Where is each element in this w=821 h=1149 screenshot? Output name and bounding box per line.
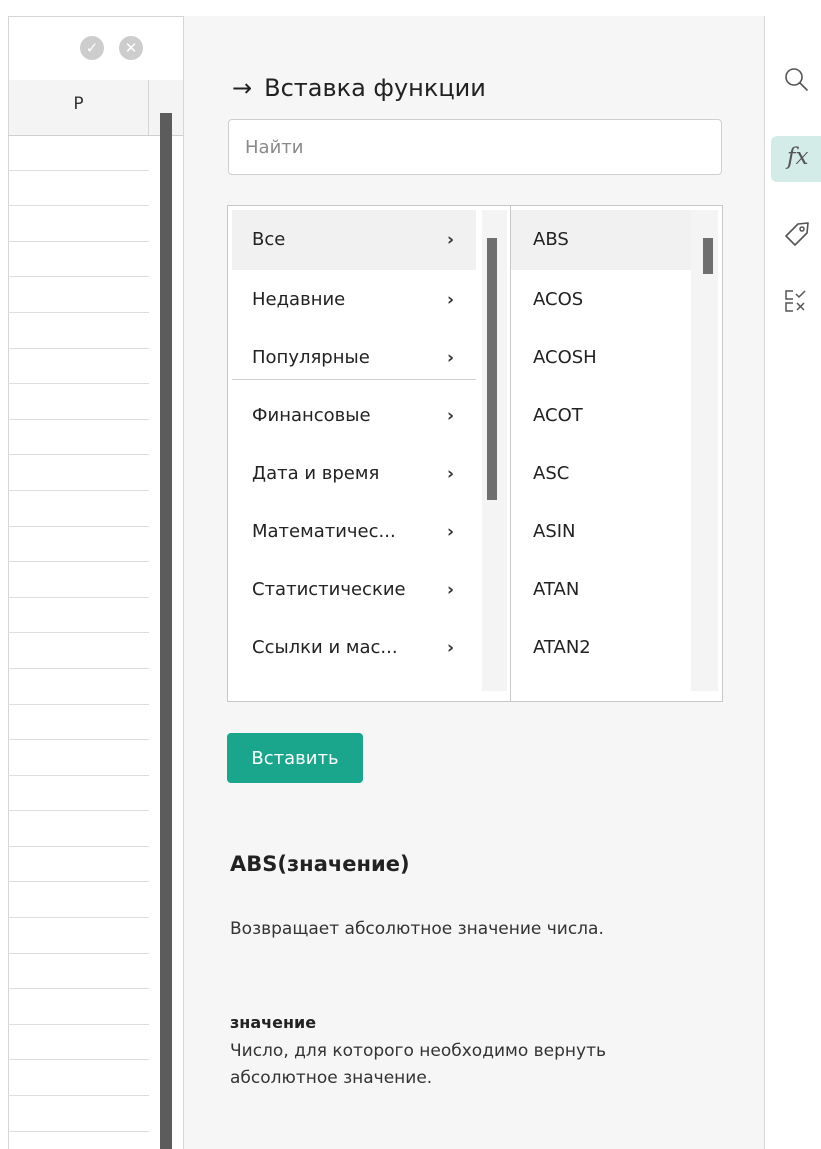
category-label: Недавние (252, 289, 346, 310)
category-label: Все (252, 229, 286, 250)
grid-row[interactable] (8, 705, 149, 741)
function-scrollbar-track[interactable] (691, 210, 718, 691)
category-item-statistical[interactable]: Статистические › (232, 560, 476, 620)
function-item[interactable]: ASC (511, 444, 691, 504)
divider (232, 379, 476, 380)
function-item[interactable]: ASIN (511, 502, 691, 562)
search-icon (785, 68, 808, 91)
grid-row[interactable] (8, 954, 149, 990)
function-list: ABS ACOS ACOSH ACOT ASC ASIN ATAN ATAN2 (511, 206, 722, 701)
argument-description: Число, для которого необходимо вернуть а… (230, 1041, 606, 1088)
grid-row[interactable] (8, 1060, 149, 1097)
panel-title: → Вставка функции (232, 74, 486, 102)
grid-row[interactable] (8, 847, 149, 883)
checklist-button[interactable] (771, 278, 821, 324)
divider (8, 16, 183, 17)
category-label: Математичес... (252, 521, 396, 542)
grid-row[interactable] (8, 242, 149, 278)
close-circle-icon[interactable]: ✕ (119, 36, 143, 60)
sheet-scrollbar[interactable] (160, 113, 172, 1149)
arrow-right-icon[interactable]: → (232, 74, 252, 102)
grid-row[interactable] (8, 811, 149, 847)
function-button[interactable]: fx (771, 136, 821, 182)
category-list: Все › Недавние › Популярные › Финансовые › Д… (228, 206, 511, 701)
grid-row[interactable] (8, 206, 149, 242)
category-label: Популярные (252, 347, 370, 368)
function-scrollbar-thumb[interactable] (703, 238, 713, 274)
category-item-financial[interactable]: Финансовые › (232, 386, 476, 446)
grid-row[interactable] (8, 527, 149, 563)
grid-row[interactable] (8, 1096, 149, 1132)
column-header-label: P (73, 94, 84, 114)
grid-row[interactable] (8, 1025, 149, 1061)
function-icon: fx (787, 144, 809, 170)
grid-row[interactable] (8, 598, 149, 634)
grid-row[interactable] (8, 633, 149, 669)
category-item-recent[interactable]: Недавние › (232, 270, 476, 330)
category-label: Ссылки и мас... (252, 637, 398, 658)
spreadsheet-area: ✓ ✕ P (0, 0, 184, 1149)
grid-row[interactable] (8, 740, 149, 776)
category-label: Статистические (252, 579, 406, 600)
grid-row[interactable] (8, 918, 149, 954)
divider (148, 80, 149, 135)
grid-row[interactable] (8, 420, 149, 456)
check-cross-list-icon (785, 290, 806, 312)
category-scrollbar-thumb[interactable] (487, 238, 497, 500)
grid-rows (8, 135, 149, 1132)
panel-title-text: Вставка функции (264, 74, 486, 102)
chevron-right-icon: › (446, 464, 454, 484)
category-item-math[interactable]: Математичес... › (232, 502, 476, 562)
chevron-right-icon: › (446, 522, 454, 542)
chevron-right-icon: › (446, 638, 454, 658)
grid-row[interactable] (8, 669, 149, 705)
grid-row[interactable] (8, 776, 149, 812)
function-signature: ABS(значение) (230, 852, 410, 876)
chevron-right-icon: › (446, 290, 454, 310)
category-item-date-time[interactable]: Дата и время › (232, 444, 476, 504)
search-button[interactable] (771, 56, 821, 102)
grid-row[interactable] (8, 313, 149, 349)
function-item[interactable]: ABS (511, 210, 691, 270)
grid-row[interactable] (8, 384, 149, 420)
chevron-right-icon: › (446, 580, 454, 600)
function-item[interactable]: ACOSH (511, 328, 691, 388)
function-item[interactable]: ATAN (511, 560, 691, 620)
tag-button[interactable] (771, 210, 821, 256)
category-label: Финансовые (252, 405, 371, 426)
grid-row[interactable] (8, 491, 149, 527)
grid-row[interactable] (8, 349, 149, 385)
insert-button[interactable]: Вставить (227, 733, 363, 783)
search-input[interactable] (228, 119, 722, 175)
tag-icon (785, 222, 809, 246)
function-item[interactable]: ACOT (511, 386, 691, 446)
grid-row[interactable] (8, 455, 149, 491)
grid-row[interactable] (8, 135, 149, 171)
chevron-right-icon: › (446, 406, 454, 426)
argument-name: значение (230, 1013, 317, 1032)
category-label: Дата и время (252, 463, 380, 484)
function-item[interactable]: ACOS (511, 270, 691, 330)
chevron-right-icon: › (446, 230, 454, 250)
grid-row[interactable] (8, 989, 149, 1025)
function-description: Возвращает абсолютное значение числа. (230, 919, 604, 939)
grid-row[interactable] (8, 562, 149, 598)
category-item-all[interactable]: Все › (232, 210, 476, 270)
function-picker: Все › Недавние › Популярные › Финансовые › Д… (227, 205, 723, 702)
grid-row[interactable] (8, 277, 149, 313)
check-circle-icon[interactable]: ✓ (80, 36, 104, 60)
grid-row[interactable] (8, 171, 149, 207)
function-item[interactable]: ATAN2 (511, 618, 691, 678)
category-item-lookup[interactable]: Ссылки и мас... › (232, 618, 476, 678)
grid-row[interactable] (8, 882, 149, 919)
insert-function-panel: → Вставка функции Все › Недавние › Популярн… (184, 16, 764, 1149)
side-toolbar: fx (765, 16, 821, 1149)
